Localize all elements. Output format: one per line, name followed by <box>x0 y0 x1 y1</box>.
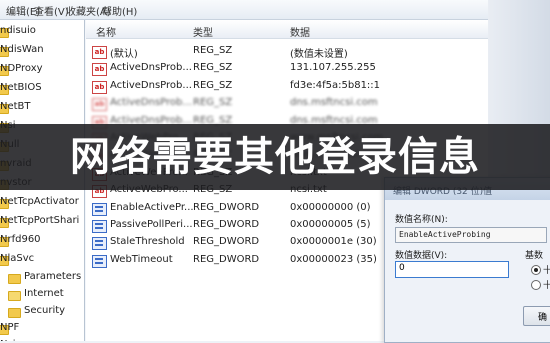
overlay-banner: 网络需要其他登录信息 <box>0 124 550 190</box>
base-label: 基数 <box>525 251 544 261</box>
value-name: WebTimeout <box>110 253 173 265</box>
value-name: ActiveDnsProb... <box>110 79 192 91</box>
tree-item-label: NdisWan <box>0 44 44 55</box>
tree-item-label: NetTcpPortShari <box>0 215 80 226</box>
value-data: 0x00000005 (5) <box>290 219 371 230</box>
value-row[interactable]: ab ActiveDnsProb... REG_SZ 131.107.255.255 <box>86 60 488 77</box>
value-type: REG_DWORD <box>193 253 260 265</box>
tree-item-label: NetBIOS <box>0 82 42 93</box>
tree-item-label: NetTcpActivator <box>0 196 79 207</box>
value-type: REG_SZ <box>193 45 233 56</box>
value-data: 0x00000000 (0) <box>290 201 371 213</box>
folder-icon <box>8 308 21 318</box>
tree-item-label: Internet <box>24 288 64 299</box>
string-value-icon: ab <box>92 80 107 94</box>
dword-value-icon <box>92 220 107 233</box>
value-data: (数值未设置) <box>290 49 348 60</box>
value-data-label: 数值数据(V): <box>395 251 448 261</box>
value-type: REG_DWORD <box>193 201 260 213</box>
value-name-field: EnableActiveProbing <box>395 227 547 243</box>
tree-item-label: NPF <box>0 322 20 333</box>
folder-icon <box>8 291 21 301</box>
banner-text: 网络需要其他登录信息 <box>70 134 480 180</box>
value-row[interactable]: ab (默认) REG_SZ (数值未设置) <box>86 43 488 60</box>
value-name: ActiveDnsProb... <box>110 97 192 109</box>
value-name: ActiveDnsProb... <box>110 62 192 74</box>
value-name-text: EnableActiveProbing <box>399 230 491 239</box>
column-header-name[interactable]: 名称 <box>96 24 116 39</box>
value-data-field[interactable]: 0 <box>395 261 509 278</box>
tree-item-label: ndisuio <box>0 25 36 36</box>
menu-help[interactable]: 帮助(H) <box>102 3 137 18</box>
value-data: dns.msftncsi.com <box>290 97 378 109</box>
value-type: REG_DWORD <box>193 219 260 230</box>
value-data: fd3e:4f5a:5b81::1 <box>290 79 381 91</box>
value-type: REG_DWORD <box>193 236 260 248</box>
radix-dec-radio[interactable] <box>531 280 541 290</box>
tree-item-label: NDProxy <box>0 63 43 74</box>
value-row[interactable]: ab ActiveDnsProb... REG_SZ dns.msftncsi.com <box>86 95 488 112</box>
value-name: EnableActivePr... <box>110 201 194 213</box>
value-data: 131.107.255.255 <box>290 62 376 74</box>
value-name-label: 数值名称(N): <box>395 215 448 225</box>
folder-icon <box>8 274 21 284</box>
dword-value-icon <box>92 237 107 251</box>
string-value-icon: ab <box>92 98 107 112</box>
string-value-icon: ab <box>92 46 107 59</box>
column-header-type[interactable]: 类型 <box>193 24 213 39</box>
value-name: (默认) <box>110 49 138 60</box>
list-header: 名称 类型 数据 <box>86 20 488 39</box>
radix-hex-label: 十 <box>543 266 550 276</box>
edit-dword-dialog: 编辑 DWORD (32 位)值 数值名称(N): EnableActivePr… <box>384 177 550 343</box>
radix-hex-radio[interactable] <box>531 265 541 275</box>
radix-dec-label: 十 <box>543 281 550 291</box>
value-type: REG_SZ <box>193 79 233 91</box>
column-header-data[interactable]: 数据 <box>290 24 310 39</box>
tree-item-label: NlaSvc <box>0 253 35 264</box>
value-data-text: 0 <box>399 263 405 273</box>
menu-bar: 编辑(E) 查看(V) 收藏夹(A) 帮助(H) <box>0 0 550 20</box>
dword-value-icon <box>92 202 107 216</box>
value-type: REG_SZ <box>193 97 233 109</box>
ok-button-label: 确 <box>538 313 548 323</box>
tree-item-label: Parameters <box>24 271 82 282</box>
value-name: PassivePollPeri... <box>110 219 193 230</box>
value-name: StaleThreshold <box>110 236 185 248</box>
value-type: REG_SZ <box>193 62 233 74</box>
tree-item-label: NetBT <box>0 101 31 112</box>
ok-button[interactable]: 确 <box>523 306 550 326</box>
value-data: 0x00000023 (35) <box>290 253 377 265</box>
tree-item-label: Nrfd960 <box>0 234 41 245</box>
tree-item-label: Security <box>24 305 66 316</box>
value-data: 0x0000001e (30) <box>290 236 377 248</box>
dword-value-icon <box>92 254 107 268</box>
string-value-icon: ab <box>92 63 107 77</box>
value-row[interactable]: ab ActiveDnsProb... REG_SZ fd3e:4f5a:5b81::… <box>86 78 488 95</box>
menu-view[interactable]: 查看(V) <box>34 3 69 18</box>
registry-editor-window: 编辑(E) 查看(V) 收藏夹(A) 帮助(H) ndisuio NdisWan N… <box>0 0 550 343</box>
